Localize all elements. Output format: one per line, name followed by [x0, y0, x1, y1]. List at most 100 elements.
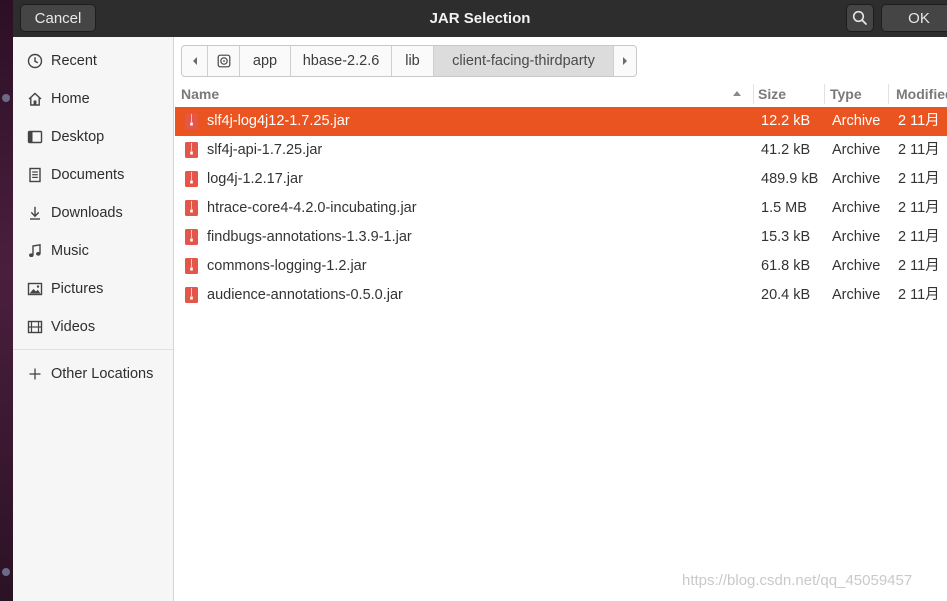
file-row[interactable]: findbugs-annotations-1.3.9-1.jar 15.3 kB…	[175, 223, 947, 252]
desktop-icon	[26, 128, 44, 146]
sidebar-item-label: Desktop	[51, 129, 105, 145]
drive-icon	[217, 54, 230, 68]
file-row[interactable]: log4j-1.2.17.jar 489.9 kB Archive 2 11月	[175, 165, 947, 194]
dock-indicator	[2, 568, 10, 576]
file-size: 41.2 kB	[761, 142, 811, 158]
file-size: 12.2 kB	[761, 113, 811, 129]
file-type: Archive	[832, 200, 881, 216]
file-modified: 2 11月	[898, 171, 940, 187]
file-name: findbugs-annotations-1.3.9-1.jar	[207, 229, 412, 245]
ok-button[interactable]: OK	[881, 4, 947, 32]
path-scroll-left-button[interactable]	[182, 46, 208, 76]
file-name: slf4j-log4j12-1.7.25.jar	[207, 113, 350, 129]
column-separator	[888, 84, 889, 104]
file-name: slf4j-api-1.7.25.jar	[207, 142, 323, 158]
picture-icon	[26, 280, 44, 298]
sidebar-item-label: Videos	[51, 319, 96, 335]
video-icon	[26, 318, 44, 336]
column-separator	[753, 84, 754, 104]
file-list-header: Name Size Type Modified	[175, 81, 947, 108]
file-type: Archive	[832, 171, 881, 187]
file-name: htrace-core4-4.2.0-incubating.jar	[207, 200, 417, 216]
file-type: Archive	[832, 113, 881, 129]
sidebar-item-label: Downloads	[51, 205, 123, 221]
places-sidebar: Recent Home Desktop Documents Downloads	[13, 37, 174, 601]
clock-icon	[26, 52, 44, 70]
archive-file-icon	[185, 171, 198, 187]
sidebar-item-downloads[interactable]: Downloads	[13, 194, 173, 232]
archive-file-icon	[185, 287, 198, 303]
sidebar-item-recent[interactable]: Recent	[13, 42, 173, 80]
sidebar-item-home[interactable]: Home	[13, 80, 173, 118]
file-row[interactable]: slf4j-log4j12-1.7.25.jar 12.2 kB Archive…	[175, 107, 947, 136]
sidebar-item-videos[interactable]: Videos	[13, 308, 173, 346]
path-root-button[interactable]	[208, 46, 240, 76]
sort-ascending-icon	[733, 91, 741, 96]
file-name: log4j-1.2.17.jar	[207, 171, 303, 187]
file-modified: 2 11月	[898, 200, 940, 216]
search-icon	[852, 10, 867, 25]
file-type: Archive	[832, 287, 881, 303]
column-header-name[interactable]: Name	[181, 81, 219, 107]
chevron-left-icon	[192, 57, 197, 65]
sidebar-item-desktop[interactable]: Desktop	[13, 118, 173, 156]
file-row[interactable]: audience-annotations-0.5.0.jar 20.4 kB A…	[175, 281, 947, 310]
file-type: Archive	[832, 258, 881, 274]
chevron-right-icon	[623, 57, 627, 65]
column-separator	[824, 84, 825, 104]
plus-icon	[26, 365, 44, 383]
archive-file-icon	[185, 258, 198, 274]
file-type: Archive	[832, 142, 881, 158]
archive-file-icon	[185, 113, 198, 129]
breadcrumb: app hbase-2.2.6 lib client-facing-thirdp…	[181, 45, 637, 77]
archive-file-icon	[185, 142, 198, 158]
file-modified: 2 11月	[898, 113, 940, 129]
file-modified: 2 11月	[898, 142, 940, 158]
file-row[interactable]: htrace-core4-4.2.0-incubating.jar 1.5 MB…	[175, 194, 947, 223]
sidebar-item-label: Home	[51, 91, 90, 107]
home-icon	[26, 90, 44, 108]
sidebar-item-label: Music	[51, 243, 89, 259]
file-row[interactable]: commons-logging-1.2.jar 61.8 kB Archive …	[175, 252, 947, 281]
file-modified: 2 11月	[898, 258, 940, 274]
archive-file-icon	[185, 229, 198, 245]
file-size: 15.3 kB	[761, 229, 811, 245]
cancel-button[interactable]: Cancel	[20, 4, 96, 32]
file-type: Archive	[832, 229, 881, 245]
music-icon	[26, 242, 44, 260]
sidebar-item-documents[interactable]: Documents	[13, 156, 173, 194]
path-segment-app[interactable]: app	[240, 46, 291, 76]
search-button[interactable]	[846, 4, 874, 32]
dock-indicator	[2, 94, 10, 102]
sidebar-item-other-locations[interactable]: Other Locations	[13, 355, 173, 393]
file-size: 20.4 kB	[761, 287, 811, 303]
path-scroll-right-button[interactable]	[614, 46, 636, 76]
sidebar-item-pictures[interactable]: Pictures	[13, 270, 173, 308]
download-icon	[26, 204, 44, 222]
dialog-title: JAR Selection	[429, 10, 531, 27]
path-segment-lib[interactable]: lib	[392, 46, 434, 76]
sidebar-divider	[13, 349, 173, 350]
header-bar: Cancel JAR Selection OK	[13, 0, 947, 37]
sidebar-item-label: Documents	[51, 167, 125, 183]
column-header-type[interactable]: Type	[830, 81, 862, 107]
file-chooser-dialog: Cancel JAR Selection OK Recent Home Desk…	[13, 0, 947, 601]
archive-file-icon	[185, 200, 198, 216]
desktop-background	[0, 0, 13, 601]
sidebar-item-music[interactable]: Music	[13, 232, 173, 270]
file-modified: 2 11月	[898, 229, 940, 245]
file-size: 489.9 kB	[761, 171, 819, 187]
path-segment-hbase[interactable]: hbase-2.2.6	[291, 46, 392, 76]
file-name: audience-annotations-0.5.0.jar	[207, 287, 403, 303]
watermark-text: https://blog.csdn.net/qq_45059457	[682, 572, 913, 589]
sidebar-item-label: Other Locations	[51, 366, 154, 382]
file-size: 61.8 kB	[761, 258, 811, 274]
sidebar-item-label: Pictures	[51, 281, 104, 297]
column-header-size[interactable]: Size	[758, 81, 786, 107]
path-segment-current[interactable]: client-facing-thirdparty	[434, 46, 614, 76]
file-size: 1.5 MB	[761, 200, 807, 216]
file-name: commons-logging-1.2.jar	[207, 258, 367, 274]
file-row[interactable]: slf4j-api-1.7.25.jar 41.2 kB Archive 2 1…	[175, 136, 947, 165]
document-icon	[26, 166, 44, 184]
column-header-modified[interactable]: Modified	[896, 81, 947, 107]
